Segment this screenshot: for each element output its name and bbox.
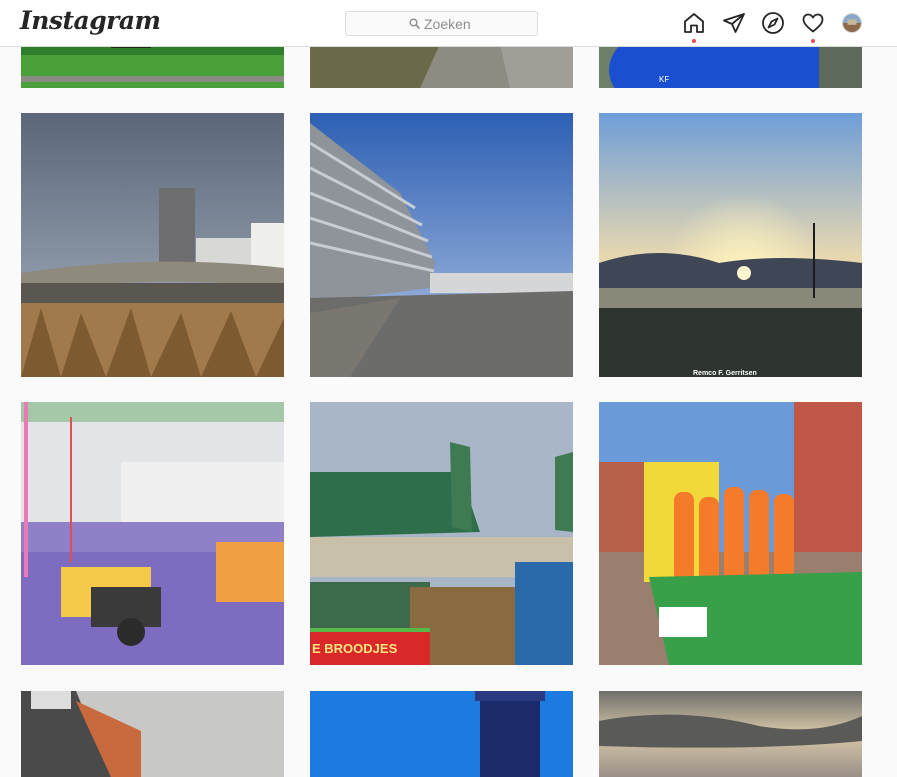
activity-button[interactable] xyxy=(801,11,825,43)
explore-compass-icon xyxy=(762,12,784,34)
photo-tile[interactable]: Remco F. Gerritsen xyxy=(599,113,862,377)
photo-caption: Remco F. Gerritsen xyxy=(693,370,757,377)
explore-button[interactable] xyxy=(761,11,785,35)
photo-tile[interactable]: E BROODJES xyxy=(310,402,573,665)
photo-tile[interactable] xyxy=(310,691,573,777)
photo-tile[interactable] xyxy=(21,691,284,777)
svg-text:KF: KF xyxy=(659,75,669,84)
search-icon xyxy=(409,18,420,29)
top-navigation-bar: Instagram xyxy=(0,0,897,47)
direct-messages-icon xyxy=(723,13,745,33)
photo-tile[interactable] xyxy=(21,113,284,377)
photo-tile[interactable] xyxy=(21,402,284,665)
photo-tile[interactable] xyxy=(310,113,573,377)
search-box[interactable] xyxy=(345,11,538,36)
photo-grid: KF Remco F. Gerritsen E BROODJES xyxy=(0,0,897,777)
shop-sign: E BROODJES xyxy=(312,641,398,656)
direct-messages-button[interactable] xyxy=(722,11,746,35)
photo-tile[interactable] xyxy=(599,691,862,777)
home-button[interactable] xyxy=(682,11,706,43)
activity-notification-dot xyxy=(811,39,815,43)
instagram-logo[interactable]: Instagram xyxy=(20,6,161,35)
home-icon xyxy=(684,13,704,33)
search-input[interactable] xyxy=(424,15,532,32)
photo-tile[interactable] xyxy=(599,402,862,665)
avatar-image xyxy=(843,14,861,32)
home-notification-dot xyxy=(692,39,696,43)
activity-heart-icon xyxy=(802,13,824,33)
profile-avatar[interactable] xyxy=(842,13,862,33)
